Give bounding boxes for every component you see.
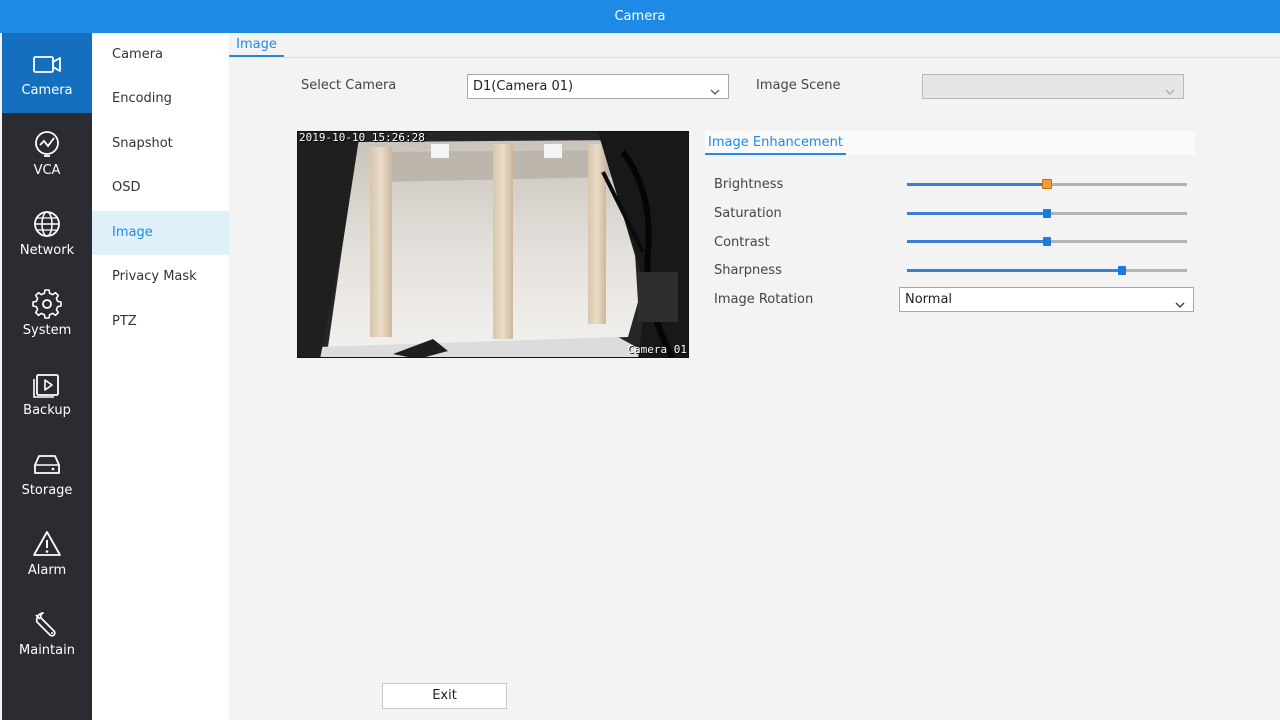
brightness-label: Brightness [714, 177, 784, 192]
gear-icon [32, 289, 62, 319]
select-camera-value: D1(Camera 01) [473, 79, 574, 94]
slider-fill [907, 269, 1122, 272]
slider-thumb[interactable] [1042, 179, 1052, 189]
nav-item-alarm[interactable]: Alarm [2, 513, 92, 593]
subnav-item-encoding[interactable]: Encoding [92, 77, 229, 121]
subnav-item-osd[interactable]: OSD [92, 166, 229, 210]
image-rotation-value: Normal [905, 292, 953, 307]
slider-thumb[interactable] [1043, 237, 1051, 246]
image-rotation-label: Image Rotation [714, 292, 814, 307]
sharpness-slider[interactable] [907, 264, 1187, 278]
slider-fill [907, 240, 1047, 243]
camera-preview-image [298, 132, 688, 357]
storage-icon [32, 449, 62, 479]
chevron-down-icon [1165, 82, 1175, 95]
tab-divider [284, 57, 1280, 58]
nav-item-vca[interactable]: VCA [2, 113, 92, 193]
window-title-bar: Camera [0, 0, 1280, 33]
camera-icon [32, 49, 62, 79]
brightness-slider[interactable] [907, 178, 1187, 192]
preview-timestamp: 2019-10-10 15:26:28 [299, 131, 425, 144]
chevron-down-icon [710, 82, 720, 95]
slider-thumb[interactable] [1117, 266, 1126, 275]
slider-thumb[interactable] [1043, 209, 1051, 218]
sub-nav: Camera Encoding Snapshot OSD Image Priva… [92, 33, 229, 720]
exit-button[interactable]: Exit [382, 683, 507, 709]
contrast-slider[interactable] [907, 235, 1187, 249]
main-nav: Camera VCA Network System Backup Storage [2, 33, 92, 720]
image-rotation-dropdown[interactable]: Normal [899, 287, 1194, 312]
nav-item-storage[interactable]: Storage [2, 433, 92, 513]
saturation-slider[interactable] [907, 207, 1187, 221]
tab-image[interactable]: Image [229, 37, 284, 57]
image-scene-label: Image Scene [756, 78, 841, 93]
globe-icon [32, 209, 62, 239]
nav-item-backup[interactable]: Backup [2, 353, 92, 433]
content-area: Image Select Camera D1(Camera 01) Image … [229, 33, 1280, 720]
select-camera-label: Select Camera [301, 78, 397, 93]
subnav-item-ptz[interactable]: PTZ [92, 300, 229, 344]
backup-icon [32, 369, 62, 399]
subnav-item-image[interactable]: Image [92, 211, 229, 255]
chevron-down-icon [1175, 295, 1185, 308]
sharpness-label: Sharpness [714, 263, 782, 278]
vca-icon [32, 129, 62, 159]
saturation-label: Saturation [714, 206, 782, 221]
wrench-icon [32, 609, 62, 639]
image-scene-dropdown[interactable] [922, 74, 1184, 99]
camera-preview[interactable]: 2019-10-10 15:26:28 Camera 01 [297, 131, 689, 358]
window-title: Camera [614, 9, 666, 24]
tab-image-enhancement[interactable]: Image Enhancement [705, 131, 846, 155]
subnav-item-camera[interactable]: Camera [92, 33, 229, 77]
slider-fill [907, 212, 1047, 215]
image-enhancement-panel: Image Enhancement [705, 131, 1195, 155]
contrast-label: Contrast [714, 235, 770, 250]
alarm-icon [32, 529, 62, 559]
preview-camera-name: Camera 01 [627, 343, 687, 356]
nav-item-maintain[interactable]: Maintain [2, 593, 92, 673]
nav-item-camera[interactable]: Camera [2, 33, 92, 113]
nav-item-system[interactable]: System [2, 273, 92, 353]
subnav-item-snapshot[interactable]: Snapshot [92, 122, 229, 166]
nav-item-network[interactable]: Network [2, 193, 92, 273]
slider-fill [907, 183, 1047, 186]
select-camera-dropdown[interactable]: D1(Camera 01) [467, 74, 729, 99]
subnav-item-privacy-mask[interactable]: Privacy Mask [92, 255, 229, 299]
